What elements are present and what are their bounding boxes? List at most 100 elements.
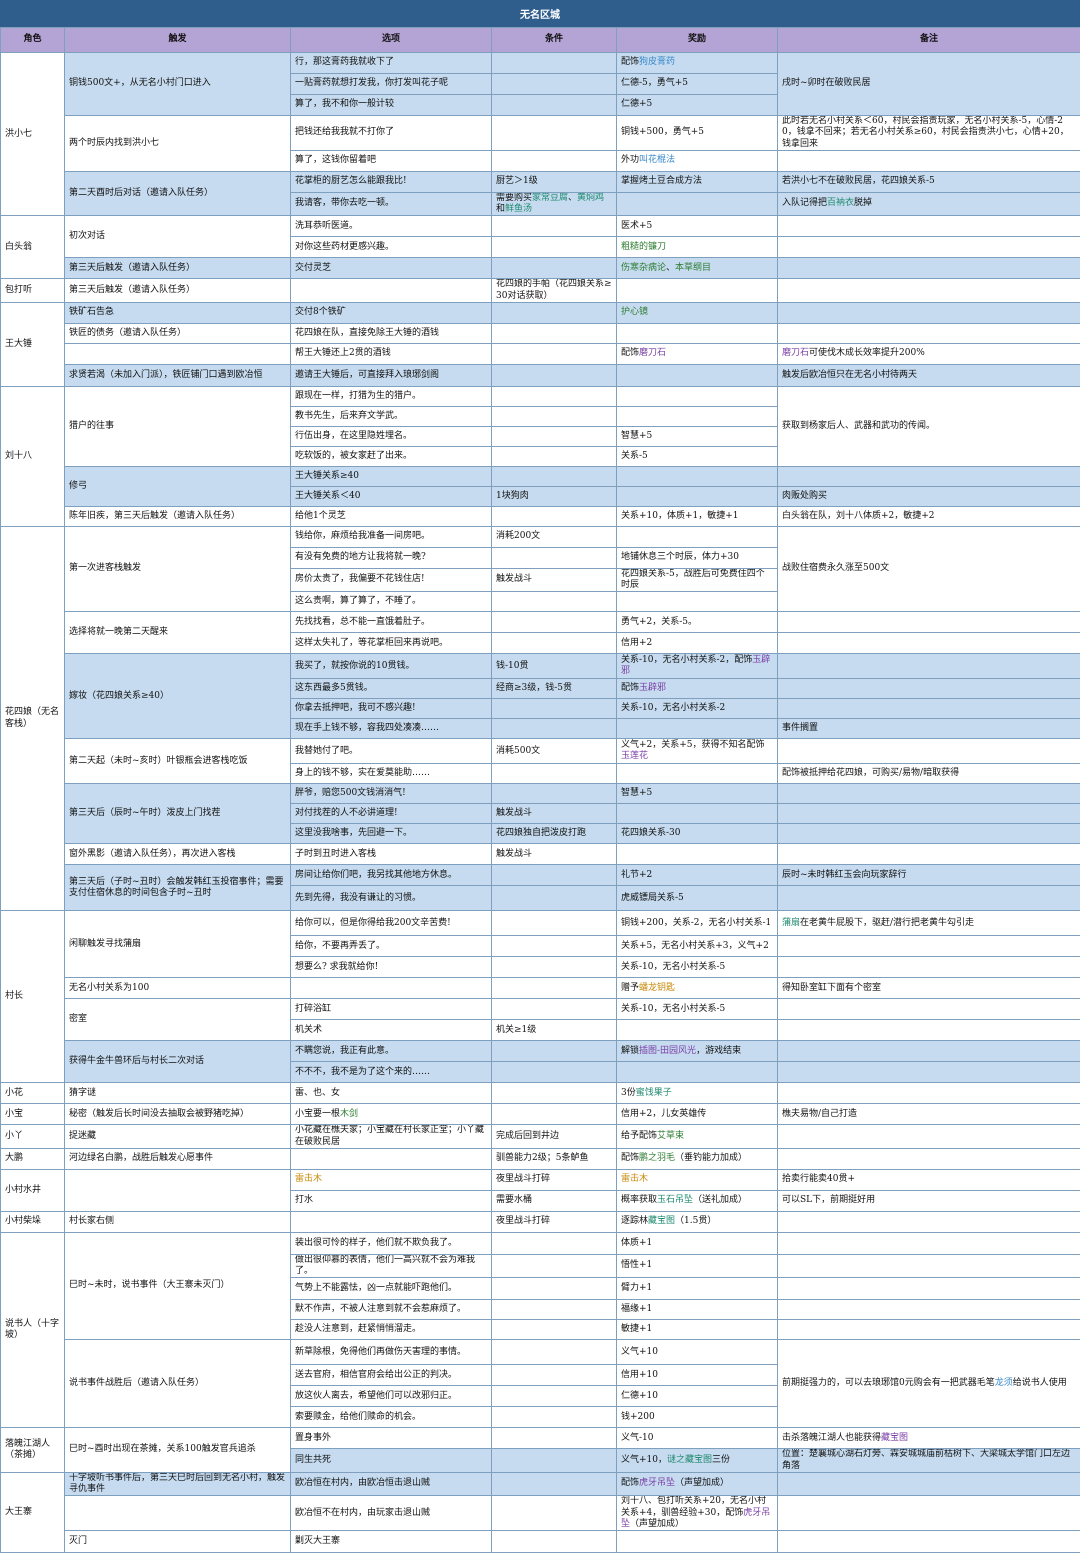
quest-table: 角色 触发 选项 条件 奖励 备注 洪小七铜钱500文+，从无名小村门口进入行，… (0, 27, 1080, 1553)
table-row: 落魄江湖人（茶摊）巳时~酉时出现在茶摊，关系100触发官兵追杀置身事外义气-10… (1, 1428, 1080, 1449)
option-cell: 现在手上钱不够，容我四处凑凑…… (291, 719, 492, 739)
option-cell: 给他1个灵芝 (291, 506, 492, 526)
note-cell (778, 1531, 1080, 1553)
reward-cell: 臂力+1 (617, 1278, 778, 1300)
condition-cell (492, 1340, 617, 1365)
reward-cell: 花四娘关系-5，战胜后可免费住四个时辰 (617, 568, 778, 592)
condition-cell (492, 1320, 617, 1340)
trigger-cell: 密室 (65, 999, 291, 1041)
reward-cell: 敏捷+1 (617, 1320, 778, 1340)
reward-cell: 福缘+1 (617, 1300, 778, 1320)
note-cell: 可以SL下，前期挺好用 (778, 1190, 1080, 1211)
reward-cell: 关系+10，体质+1，敏捷+1 (617, 506, 778, 526)
condition-cell (492, 1496, 617, 1531)
note-cell (778, 1232, 1080, 1254)
option-cell: 这么贵啊，算了算了，不睡了。 (291, 592, 492, 612)
reward-cell: 礼节+2 (617, 865, 778, 886)
option-cell: 花四娘在队，直接免除王大锤的酒钱 (291, 323, 492, 343)
role-cell: 白头翁 (1, 216, 65, 279)
option-cell: 不不不，我不是为了这个来的…… (291, 1062, 492, 1083)
item-name: 护心镜 (621, 307, 648, 317)
condition-cell (492, 386, 617, 406)
condition-cell (492, 1062, 617, 1083)
item-name: 粗糙的镰刀 (621, 242, 666, 252)
trigger-cell: 窗外黑影（邀请入队任务），再次进入客栈 (65, 844, 291, 865)
condition-cell (492, 865, 617, 886)
reward-cell: 粗糙的镰刀 (617, 237, 778, 258)
reward-cell: 信用+2 (617, 633, 778, 654)
role-cell: 花四娘（无名客栈） (1, 526, 65, 911)
role-cell: 洪小七 (1, 53, 65, 216)
table-row: 洪小七铜钱500文+，从无名小村门口进入行，那这膏药我就收下了配饰狗皮膏药戌时~… (1, 53, 1080, 74)
note-cell (778, 1148, 1080, 1169)
option-cell: 气势上不能露怯，凶一点就能吓跑他们。 (291, 1278, 492, 1300)
note-cell: 得知卧室缸下面有个密室 (778, 978, 1080, 999)
note-cell (778, 654, 1080, 679)
item-name: 叫花棍法 (639, 155, 675, 165)
trigger-cell: 巳时~未时，说书事件（大王寨未灭门） (65, 1232, 291, 1340)
note-cell (778, 1300, 1080, 1320)
role-cell: 小村水井 (1, 1169, 65, 1211)
condition-cell: 触发战斗 (492, 844, 617, 865)
reward-cell (617, 1020, 778, 1041)
condition-cell: 花四娘的手帕（花四娘关系≥30对话获取） (492, 279, 617, 303)
reward-cell: 配饰虎牙吊坠（声望加成） (617, 1472, 778, 1496)
role-cell: 王大锤 (1, 302, 65, 386)
condition-cell (492, 1365, 617, 1386)
condition-cell (492, 343, 617, 364)
reward-cell: 仁德-5，勇气+5 (617, 74, 778, 95)
trigger-cell (65, 343, 291, 364)
table-row: 王大锤铁矿石告急交付8个铁矿护心镜 (1, 302, 1080, 323)
note-cell (778, 302, 1080, 323)
trigger-cell: 灭门 (65, 1531, 291, 1553)
col-header-reward: 奖励 (617, 28, 778, 53)
condition-cell: 机关≥1级 (492, 1020, 617, 1041)
condition-cell (492, 911, 617, 936)
reward-cell: 义气+10，谜之藏宝图三份 (617, 1449, 778, 1473)
condition-cell (492, 150, 617, 171)
option-cell: 置身事外 (291, 1428, 492, 1449)
condition-cell (492, 1449, 617, 1473)
reward-cell: 关系-10，无名小村关系-5 (617, 957, 778, 978)
option-cell: 不瞒您说，我正有此意。 (291, 1041, 492, 1062)
role-cell: 落魄江湖人（茶摊） (1, 1428, 65, 1473)
note-cell: 拾卖行能卖40贯+ (778, 1169, 1080, 1190)
option-cell: 雷击木 (291, 1169, 492, 1190)
note-cell (778, 886, 1080, 911)
trigger-cell: 铁匠的债务（邀请入队任务） (65, 323, 291, 343)
reward-cell: 仁德+5 (617, 95, 778, 116)
reward-cell: 虎威镖局关系-5 (617, 886, 778, 911)
option-cell: 我替她付了吧。 (291, 739, 492, 764)
option-cell: 房价太贵了，我偏要不花钱住店! (291, 568, 492, 592)
note-cell (778, 258, 1080, 279)
reward-cell: 智慧+5 (617, 784, 778, 804)
reward-cell (617, 466, 778, 486)
condition-cell (492, 237, 617, 258)
trigger-cell: 嫁妆（花四娘关系≥40） (65, 654, 291, 739)
condition-cell (492, 258, 617, 279)
option-cell: 我请客，带你去吃一顿。 (291, 192, 492, 216)
option-cell: 算了，这钱你留着吧 (291, 150, 492, 171)
condition-cell: 需要水桶 (492, 1190, 617, 1211)
item-name: 狗皮膏药 (639, 57, 675, 67)
note-cell: 磨刀石可使伐木成长效率提升200% (778, 343, 1080, 364)
role-cell: 村长 (1, 911, 65, 1083)
option-cell: 小宝要一根木剑 (291, 1104, 492, 1125)
option-cell: 新草除根，免得他们再做伤天害理的事情。 (291, 1340, 492, 1365)
condition-cell (492, 406, 617, 426)
condition-cell (492, 764, 617, 784)
option-cell: 打水 (291, 1190, 492, 1211)
table-row: 铁匠的债务（邀请入队任务）花四娘在队，直接免除王大锤的酒钱 (1, 323, 1080, 343)
item-name: 虎牙吊坠 (639, 1478, 675, 1488)
note-cell (778, 279, 1080, 303)
note-cell (778, 237, 1080, 258)
condition-cell: 完成后回到井边 (492, 1125, 617, 1149)
col-header-note: 备注 (778, 28, 1080, 53)
trigger-cell: 猜字谜 (65, 1083, 291, 1104)
reward-cell: 概率获取玉石吊坠（送礼加成） (617, 1190, 778, 1211)
reward-cell (617, 323, 778, 343)
role-cell: 小花 (1, 1083, 65, 1104)
item-name: 伤寒杂病论 (621, 263, 666, 273)
option-cell (291, 1211, 492, 1232)
reward-cell: 关系-10，无名小村关系-2，配饰玉辟邪 (617, 654, 778, 679)
